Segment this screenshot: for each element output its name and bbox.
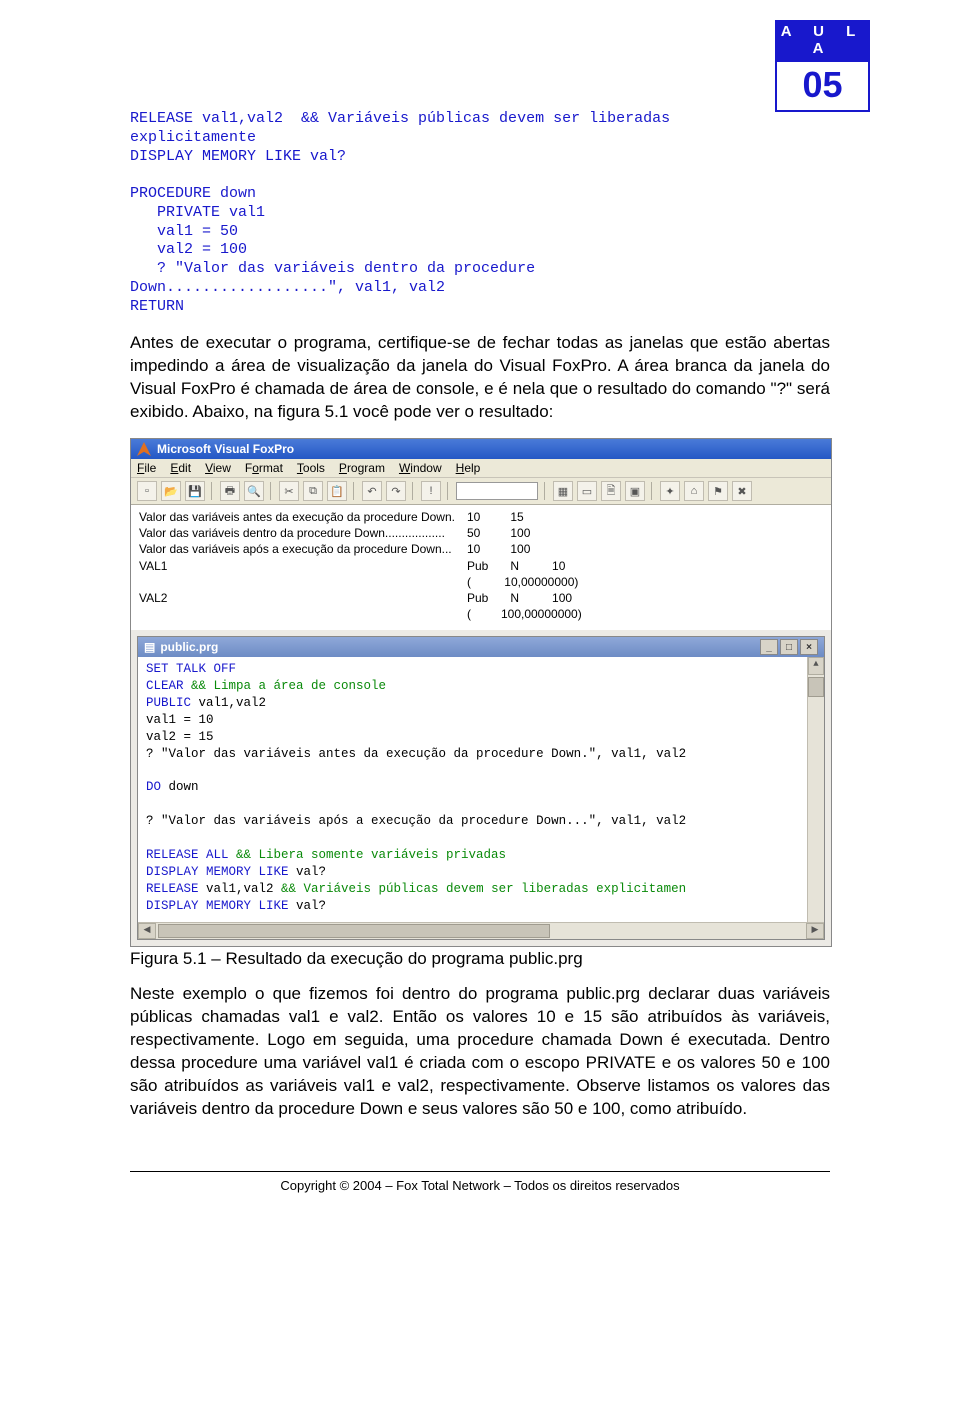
maximize-icon[interactable]: □ — [780, 639, 798, 655]
table-row: ( 10,00000000) — [139, 574, 594, 590]
menu-file[interactable]: File — [137, 461, 156, 475]
menu-bar: File Edit View Format Tools Program Wind… — [131, 459, 831, 478]
window-icon[interactable]: ▣ — [625, 481, 645, 501]
menu-edit[interactable]: Edit — [170, 461, 191, 475]
run-icon[interactable]: ! — [421, 481, 441, 501]
console-table: Valor das variáveis antes da execução da… — [139, 509, 594, 622]
table-row: ( 100,00000000) — [139, 606, 594, 622]
table-row: Valor das variáveis dentro da procedure … — [139, 525, 594, 541]
form-icon[interactable]: ▭ — [577, 481, 597, 501]
menu-help[interactable]: Help — [456, 461, 481, 475]
paragraph-1: Antes de executar o programa, certifique… — [130, 332, 830, 424]
foxpro-icon — [137, 442, 151, 456]
db-icon[interactable]: ▦ — [553, 481, 573, 501]
footer-divider — [130, 1171, 830, 1172]
save-icon[interactable]: 💾 — [185, 481, 205, 501]
console-output: Valor das variáveis antes da execução da… — [131, 505, 831, 630]
open-icon[interactable]: 📂 — [161, 481, 181, 501]
figure-screenshot: Microsoft Visual FoxPro File Edit View F… — [130, 438, 832, 947]
close-icon[interactable]: × — [800, 639, 818, 655]
redo-icon[interactable]: ↷ — [386, 481, 406, 501]
tool3-icon[interactable]: ⚑ — [708, 481, 728, 501]
table-row: VAL1 Pub N 10 — [139, 558, 594, 574]
app-titlebar: Microsoft Visual FoxPro — [131, 439, 831, 459]
code-window-titlebar: ▤ public.prg _ □ × — [138, 637, 824, 657]
print-icon[interactable]: 🖶 — [220, 481, 240, 501]
footer-text: Copyright © 2004 – Fox Total Network – T… — [0, 1178, 960, 1205]
cut-icon[interactable]: ✂ — [279, 481, 299, 501]
paragraph-2: Neste exemplo o que fizemos foi dentro d… — [130, 983, 830, 1121]
lesson-badge: A U L A 05 — [775, 20, 870, 112]
minimize-icon[interactable]: _ — [760, 639, 778, 655]
undo-icon[interactable]: ↶ — [362, 481, 382, 501]
app-title: Microsoft Visual FoxPro — [157, 442, 294, 456]
copy-icon[interactable]: ⧉ — [303, 481, 323, 501]
menu-tools[interactable]: Tools — [297, 461, 325, 475]
tool2-icon[interactable]: ⌂ — [684, 481, 704, 501]
scroll-thumb[interactable] — [158, 924, 550, 938]
menu-window[interactable]: Window — [399, 461, 442, 475]
scroll-left-icon[interactable]: ◀ — [138, 923, 156, 939]
vertical-scrollbar[interactable]: ▲ — [807, 657, 824, 922]
tool1-icon[interactable]: ✦ — [660, 481, 680, 501]
scroll-thumb[interactable] — [808, 677, 824, 697]
paste-icon[interactable]: 📋 — [327, 481, 347, 501]
scroll-up-icon[interactable]: ▲ — [808, 657, 824, 675]
table-row: VAL2 Pub N 100 — [139, 590, 594, 606]
scroll-right-icon[interactable]: ▶ — [806, 923, 824, 939]
document-icon: ▤ — [144, 640, 155, 654]
toolbar: ▫ 📂 💾 🖶 🔍 ✂ ⧉ 📋 ↶ ↷ ! ▦ ▭ 🗎 ▣ ✦ ⌂ ⚑ — [131, 478, 831, 505]
new-icon[interactable]: ▫ — [137, 481, 157, 501]
command-input[interactable] — [456, 482, 538, 500]
badge-label: A U L A — [775, 20, 870, 60]
preview-icon[interactable]: 🔍 — [244, 481, 264, 501]
tool4-icon[interactable]: ✖ — [732, 481, 752, 501]
badge-number: 05 — [775, 60, 870, 112]
code-listing: RELEASE val1,val2 && Variáveis públicas … — [130, 110, 830, 316]
horizontal-scrollbar[interactable]: ◀ ▶ — [138, 922, 824, 939]
menu-format[interactable]: Format — [245, 461, 283, 475]
table-row: Valor das variáveis após a execução da p… — [139, 541, 594, 557]
figure-caption: Figura 5.1 – Resultado da execução do pr… — [130, 949, 830, 969]
menu-program[interactable]: Program — [339, 461, 385, 475]
code-window: ▤ public.prg _ □ × SET TALK OFF CLEAR &&… — [137, 636, 825, 940]
menu-view[interactable]: View — [205, 461, 231, 475]
code-editor[interactable]: SET TALK OFF CLEAR && Limpa a área de co… — [138, 657, 824, 922]
report-icon[interactable]: 🗎 — [601, 481, 621, 501]
code-window-title: public.prg — [160, 640, 218, 654]
table-row: Valor das variáveis antes da execução da… — [139, 509, 594, 525]
